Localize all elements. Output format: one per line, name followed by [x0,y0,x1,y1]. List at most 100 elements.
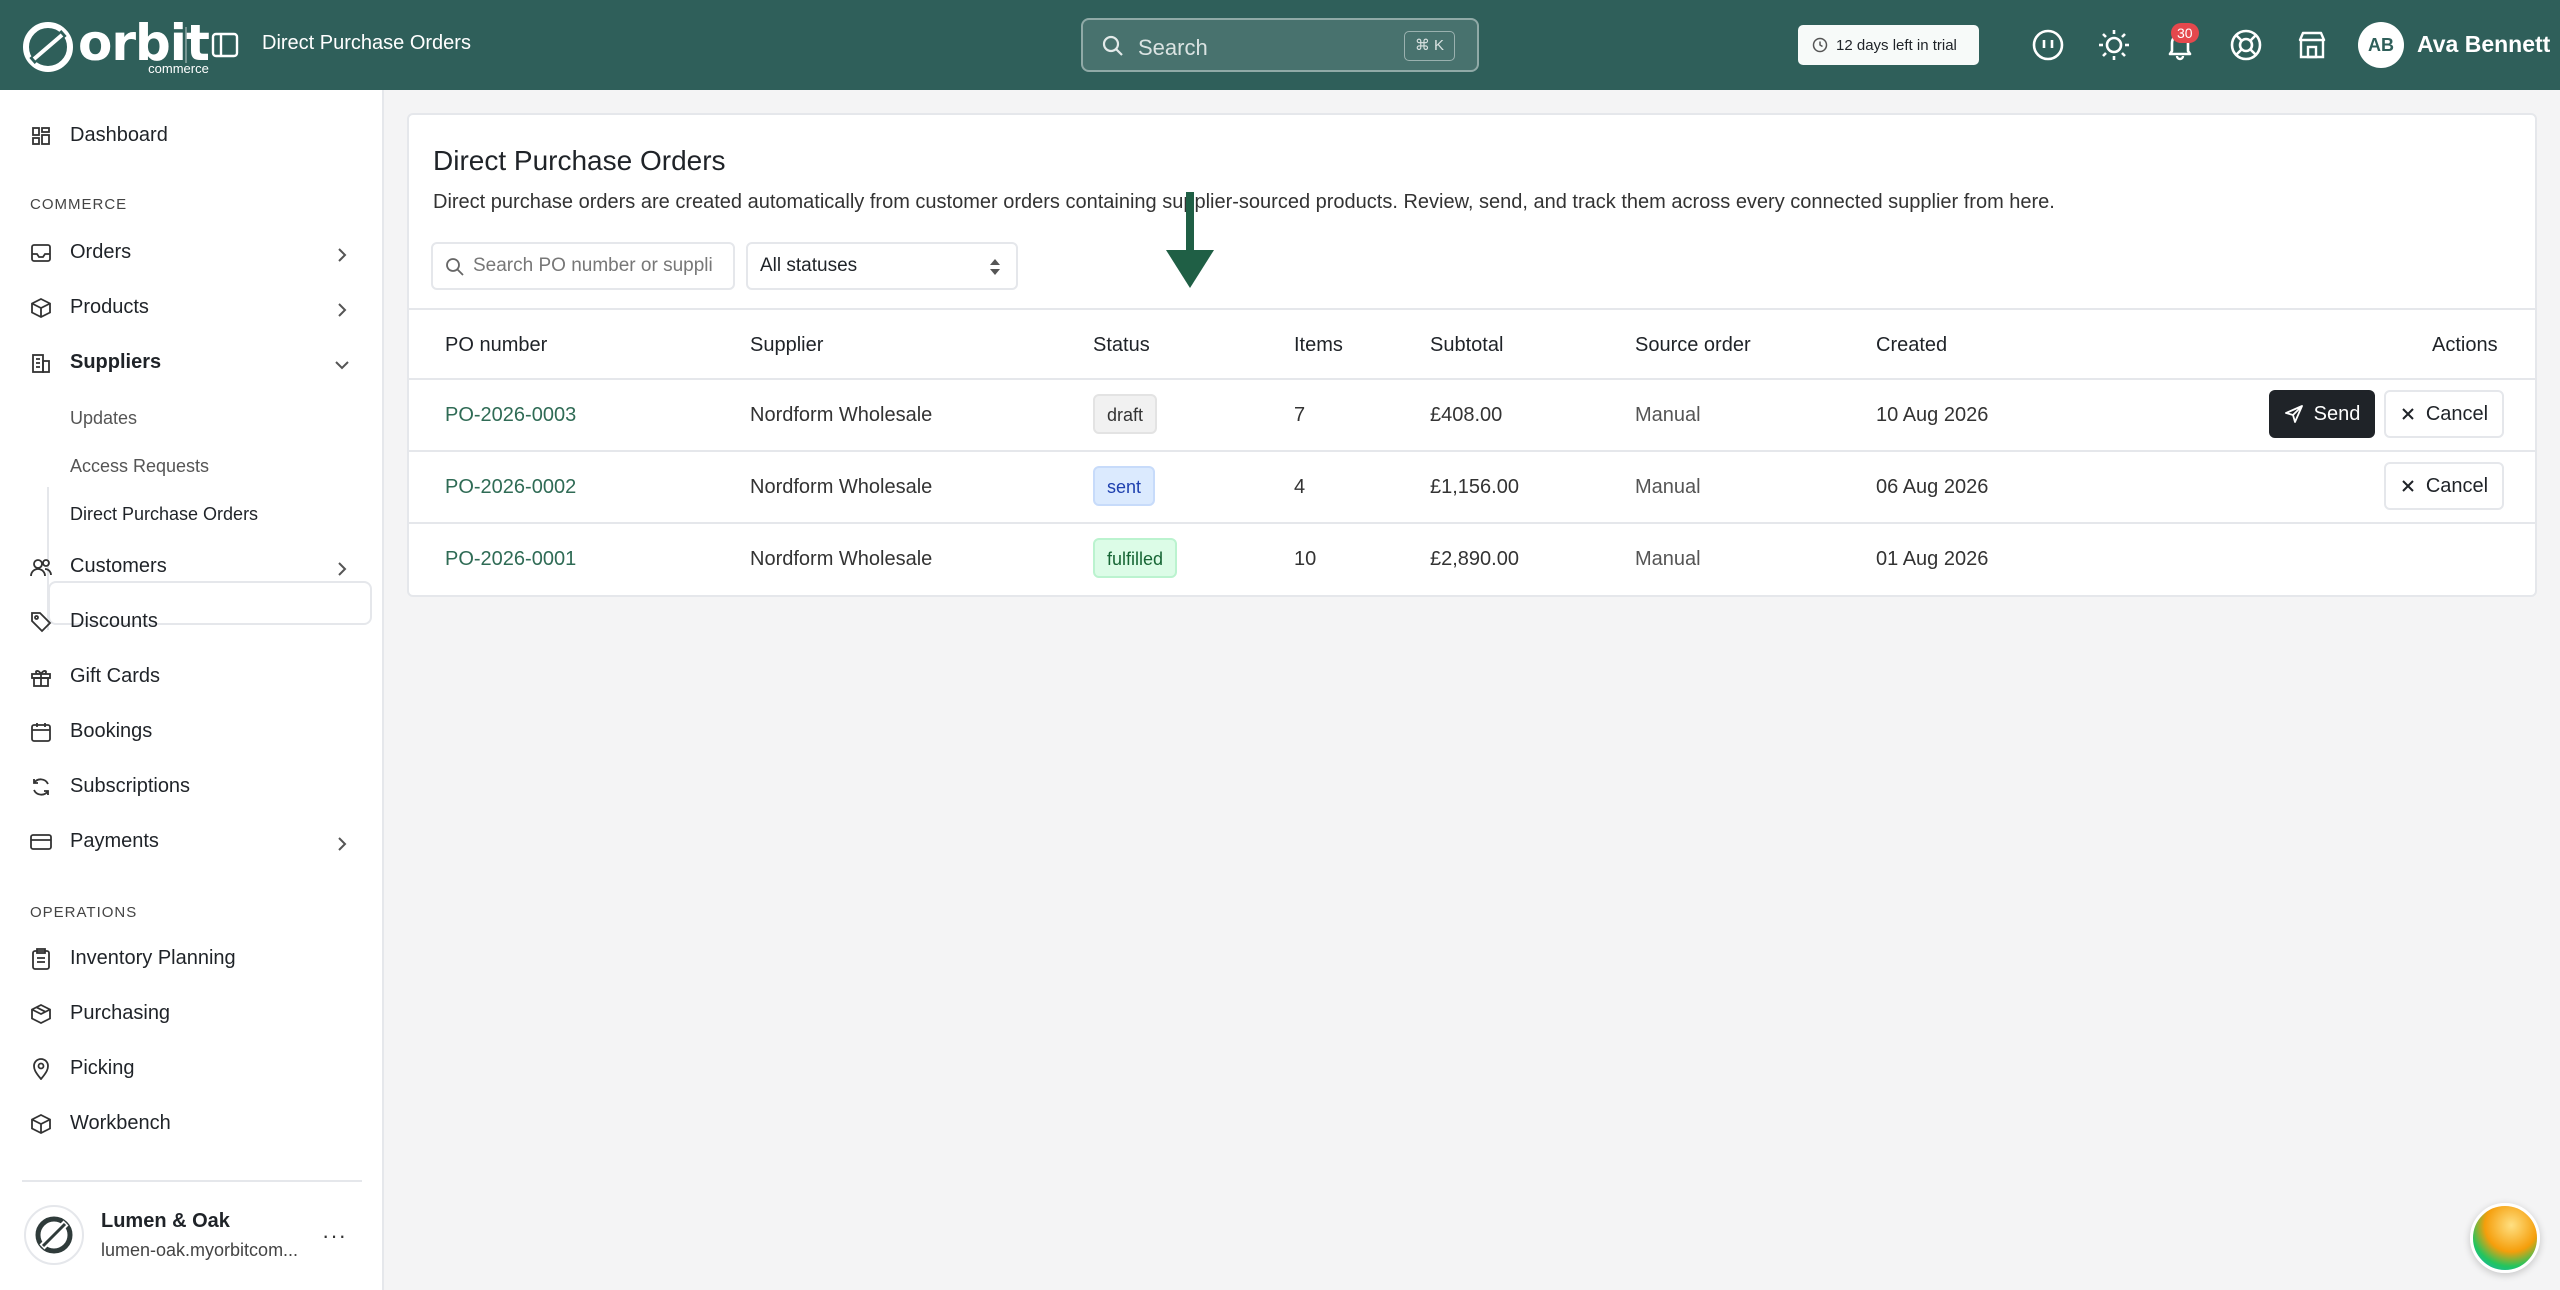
chevron-down-icon [335,361,349,370]
feedback-button[interactable] [2029,26,2067,64]
sidebar-item-label: Picking [70,1057,135,1079]
sidebar-subitem-access-requests[interactable]: Access Requests [70,456,209,477]
box-icon [30,297,52,319]
clipboard-icon [30,947,52,970]
sidebar-subitem-direct-purchase-orders[interactable]: Direct Purchase Orders [70,504,258,525]
status-filter-value: All statuses [760,255,858,276]
help-button[interactable] [2227,26,2265,64]
table-header: PO number Supplier Status Items Subtotal… [409,308,2535,380]
storefront-button[interactable] [2293,26,2331,64]
sidebar-item-dashboard[interactable]: Dashboard [30,124,168,147]
sidebar: Dashboard COMMERCE Orders Products Suppl… [0,90,384,1290]
sidebar-item-products[interactable]: Products [30,296,149,319]
topbar-page-title: Direct Purchase Orders [262,32,471,54]
chevron-right-icon [338,248,347,262]
column-header-status[interactable]: Status [1093,334,1150,357]
column-header-subtotal[interactable]: Subtotal [1430,334,1503,357]
po-number-link[interactable]: PO-2026-0001 [445,548,576,571]
status-badge: fulfilled [1093,538,1178,578]
store-menu-button[interactable]: ··· [322,1223,347,1249]
table-row[interactable]: PO-2026-0001 Nordform Wholesale fulfille… [409,524,2535,596]
section-label-commerce: COMMERCE [30,196,128,213]
send-icon [2284,405,2303,423]
top-bar: orbit commerce Direct Purchase Orders Se… [0,0,2560,90]
global-search[interactable]: Search ⌘ K [1081,18,1479,72]
inbox-icon [30,242,52,264]
column-header-source-order[interactable]: Source order [1635,334,1751,357]
created-cell: 10 Aug 2026 [1876,404,1989,426]
sidebar-item-payments[interactable]: Payments [30,830,159,853]
status-filter-select[interactable]: All statuses [746,242,1018,290]
column-header-supplier[interactable]: Supplier [750,334,823,357]
dashboard-icon [30,125,52,147]
send-button[interactable]: Send [2269,390,2375,438]
store-logo[interactable] [24,1205,84,1265]
sidebar-item-gift-cards[interactable]: Gift Cards [30,665,160,688]
sidebar-item-bookings[interactable]: Bookings [30,720,152,743]
sidebar-item-orders[interactable]: Orders [30,241,131,264]
user-name[interactable]: Ava Bennett [2417,31,2550,58]
sidebar-item-label: Products [70,296,149,318]
cancel-button[interactable]: Cancel [2384,390,2504,438]
logo[interactable]: orbit commerce [22,18,210,75]
column-header-items[interactable]: Items [1294,334,1343,357]
trial-text: 12 days left in trial [1836,36,1957,54]
sidebar-item-label: Payments [70,830,159,852]
store-name[interactable]: Lumen & Oak [101,1210,230,1233]
store-domain: lumen-oak.myorbitcom... [101,1240,299,1260]
sidebar-item-subscriptions[interactable]: Subscriptions [30,775,190,798]
sidebar-item-inventory-planning[interactable]: Inventory Planning [30,947,236,970]
sun-icon [2099,30,2129,60]
chat-widget-button[interactable] [2470,1203,2540,1273]
theme-toggle-button[interactable] [2095,26,2133,64]
close-icon [2402,480,2414,492]
clock-icon [1812,37,1828,53]
sidebar-item-workbench[interactable]: Workbench [30,1112,171,1135]
table-row[interactable]: PO-2026-0003 Nordform Wholesale draft 7 … [409,380,2535,452]
status-badge: sent [1093,466,1156,506]
sidebar-item-customers[interactable]: Customers [30,555,167,578]
sidebar-item-label: Gift Cards [70,665,161,687]
column-header-po-number[interactable]: PO number [445,334,547,357]
supplier-cell: Nordform Wholesale [750,548,933,570]
gift-icon [30,666,52,688]
status-badge: draft [1093,394,1158,434]
topbar-divider [185,27,187,63]
sidebar-item-purchasing[interactable]: Purchasing [30,1002,170,1025]
avatar[interactable]: AB [2358,22,2404,68]
cancel-button-label: Cancel [2425,402,2489,425]
cube-icon [30,1113,52,1135]
cancel-button[interactable]: Cancel [2384,462,2504,510]
search-icon [446,258,464,276]
chevron-right-icon [338,562,347,576]
po-number-link[interactable]: PO-2026-0003 [445,404,576,427]
storefront-icon [2298,31,2326,59]
select-arrows-icon [990,259,1000,275]
sidebar-item-suppliers[interactable]: Suppliers [30,351,161,374]
feedback-icon [2032,29,2064,61]
supplier-cell: Nordform Wholesale [750,404,933,426]
sidebar-item-label: Customers [70,555,167,577]
created-cell: 01 Aug 2026 [1876,548,1989,570]
subtotal-cell: £1,156.00 [1430,476,1519,498]
lifebuoy-icon [2230,29,2262,61]
trial-badge[interactable]: 12 days left in trial [1798,25,1979,65]
search-shortcut: ⌘ K [1403,31,1455,61]
items-cell: 7 [1294,404,1306,426]
sidebar-subitem-updates[interactable]: Updates [70,408,137,429]
sidebar-item-label: Bookings [70,720,153,742]
sidebar-item-label: Inventory Planning [70,947,236,969]
sidebar-item-label: Discounts [70,610,158,632]
subtotal-cell: £2,890.00 [1430,548,1519,570]
column-header-created[interactable]: Created [1876,334,1947,357]
po-search-input[interactable] [473,252,728,280]
created-cell: 06 Aug 2026 [1876,476,1989,498]
notification-count-badge: 30 [2171,23,2199,43]
sidebar-item-discounts[interactable]: Discounts [30,610,158,633]
po-search-field[interactable] [431,242,735,290]
sidebar-toggle-icon[interactable] [210,30,240,60]
subtotal-cell: £408.00 [1430,404,1503,426]
table-row[interactable]: PO-2026-0002 Nordform Wholesale sent 4 £… [409,452,2535,524]
po-number-link[interactable]: PO-2026-0002 [445,476,576,499]
sidebar-item-picking[interactable]: Picking [30,1057,134,1080]
